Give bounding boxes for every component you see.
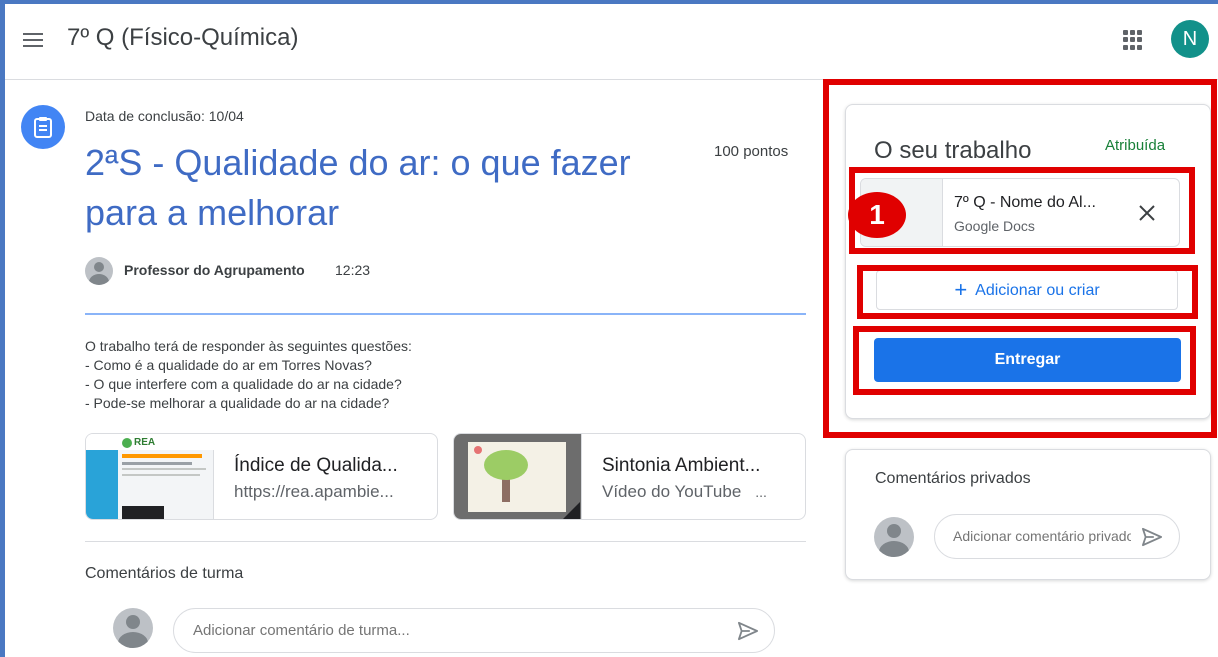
teacher-name: Professor do Agrupamento [124, 262, 305, 278]
attachment-title: Sintonia Ambient... [602, 455, 761, 476]
assignment-title: 2ªS - Qualidade do ar: o que fazer para … [85, 142, 631, 233]
description-line: - Como é a qualidade do ar em Torres Nov… [85, 357, 372, 373]
assignment-description: O trabalho terá de responder às seguinte… [85, 337, 412, 413]
highlight-submit [853, 326, 1196, 395]
website-thumbnail: REA [86, 434, 214, 519]
step-number-badge: 1 [848, 192, 906, 238]
description-line: O trabalho terá de responder às seguinte… [85, 338, 412, 354]
description-line: - Pode-se melhorar a qualidade do ar na … [85, 395, 390, 411]
highlight-add [857, 265, 1198, 319]
top-app-bar: 7º Q (Físico-Química) N [5, 4, 1218, 80]
video-source: Vídeo do YouTube [602, 482, 742, 501]
due-date: Data de conclusão: 10/04 [85, 108, 244, 124]
class-comment-input[interactable] [193, 622, 713, 639]
send-icon[interactable] [1141, 527, 1163, 547]
class-title[interactable]: 7º Q (Físico-Química) [67, 24, 298, 52]
attachment-title: Índice de Qualida... [234, 455, 398, 476]
divider [85, 313, 806, 315]
private-comment-field[interactable] [934, 514, 1180, 559]
class-comments-heading: Comentários de turma [85, 565, 244, 582]
attachment-subtitle: Vídeo do YouTube... [602, 482, 767, 502]
attachment-url: https://rea.apambie... [234, 482, 394, 501]
attachment-video[interactable]: Sintonia Ambient... Vídeo do YouTube... [453, 433, 806, 520]
apps-grid-icon[interactable] [1121, 28, 1145, 52]
description-line: - O que interfere com a qualidade do ar … [85, 376, 402, 392]
private-comment-input[interactable] [953, 528, 1131, 544]
menu-icon[interactable] [19, 29, 47, 55]
private-comments-heading: Comentários privados [875, 470, 1031, 487]
account-avatar[interactable]: N [1171, 20, 1209, 58]
assignment-icon [21, 105, 65, 149]
post-time: 12:23 [335, 262, 371, 278]
attachment-link[interactable]: REA Índice de Qualida... https://rea.apa… [85, 433, 438, 520]
divider [85, 541, 806, 542]
send-icon[interactable] [737, 621, 759, 641]
video-thumbnail [454, 434, 582, 519]
class-comment-field[interactable] [173, 608, 775, 653]
user-avatar [113, 608, 153, 648]
thumbnail-logo-text: REA [134, 437, 156, 448]
points-label: 100 pontos [714, 143, 789, 160]
subtitle-ellipsis: ... [755, 484, 767, 500]
window-frame-left [0, 0, 5, 657]
teacher-avatar [85, 257, 113, 285]
user-avatar [874, 517, 914, 557]
